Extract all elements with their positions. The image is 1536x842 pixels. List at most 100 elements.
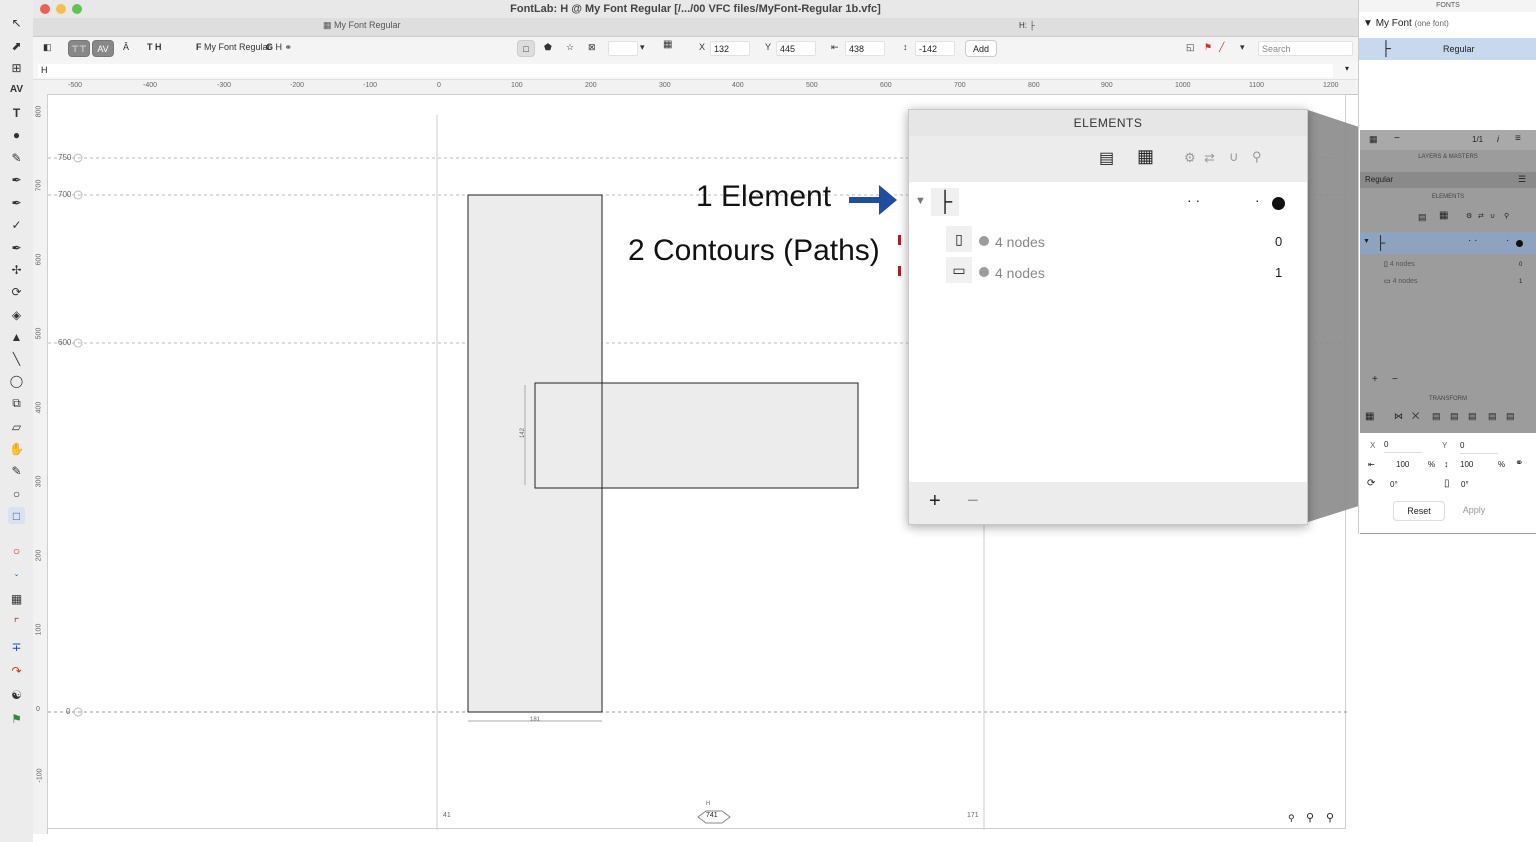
brush-icon[interactable]: ● xyxy=(8,126,25,143)
pen-icon[interactable]: ✒ xyxy=(8,171,25,188)
pencil-icon[interactable]: ✎ xyxy=(8,149,25,166)
panel-icon[interactable]: ▦ xyxy=(1369,134,1378,145)
add-element-button[interactable]: + xyxy=(929,490,941,513)
search-input[interactable]: Search xyxy=(1258,41,1353,56)
y-field[interactable]: 445 xyxy=(776,41,816,56)
reset-button[interactable]: Reset xyxy=(1393,501,1445,521)
eyedropper-icon[interactable]: ✎ xyxy=(8,462,25,479)
scissors-icon[interactable]: ✢ xyxy=(8,261,25,278)
glyph-selector[interactable]: G H ⚭ xyxy=(266,42,292,53)
dot-icon[interactable]: · xyxy=(1506,235,1509,246)
link-proportions-icon[interactable]: ⚭ xyxy=(1515,458,1523,469)
align-bottom-icon[interactable]: ▤ xyxy=(1468,411,1477,422)
font-row[interactable]: ▼ My Font (one font) xyxy=(1363,18,1449,29)
link-icon[interactable]: ⇄ xyxy=(1204,150,1215,166)
zoom-out-icon[interactable]: ⚲ xyxy=(1288,813,1295,824)
lock-icon[interactable]: ⚲ xyxy=(1504,212,1509,220)
text-tool-icon[interactable]: T xyxy=(8,104,25,121)
gear-icon[interactable]: ⚙ xyxy=(1184,150,1196,166)
remove-element-button[interactable]: − xyxy=(1392,374,1398,385)
flip-horizontal-icon[interactable]: ⋈ xyxy=(1394,411,1403,422)
grid-icon[interactable]: ▦ xyxy=(8,590,25,607)
disclosure-triangle-icon[interactable]: ▼ xyxy=(1363,238,1370,245)
slant-field[interactable]: 0° xyxy=(1461,480,1491,489)
bucket-icon[interactable]: ▲ xyxy=(8,328,25,345)
rectangle-icon[interactable]: □ xyxy=(8,507,25,524)
ruler-icon[interactable]: ╲ xyxy=(8,350,25,367)
hand-icon[interactable]: ✋ xyxy=(8,440,25,457)
transform-y-field[interactable]: 0 xyxy=(1460,441,1498,454)
slant-icon[interactable]: ▱ xyxy=(8,418,25,435)
polygon-shape-icon[interactable]: ⬟ xyxy=(544,42,552,53)
expand-icon[interactable]: ◱ xyxy=(1186,42,1195,53)
origin-grid-icon[interactable]: ▦ xyxy=(663,39,672,50)
knife-icon[interactable]: ✓ xyxy=(8,216,25,233)
tab-font[interactable]: ▦ My Font Regular xyxy=(323,20,401,31)
star-shape-icon[interactable]: ☆ xyxy=(566,42,574,53)
shape-sides-field[interactable] xyxy=(608,41,638,56)
scale-icon[interactable]: ⧉ xyxy=(8,395,25,412)
height-field[interactable]: -142 xyxy=(915,41,955,56)
disclosure-triangle-icon[interactable]: ▼ xyxy=(1363,18,1373,29)
visibility-dots-icon[interactable]: · · xyxy=(1187,192,1200,208)
sort-icon[interactable]: ⌄ xyxy=(8,565,25,582)
rsb-value[interactable]: 171 xyxy=(967,812,979,819)
flag-icon[interactable]: ⚑ xyxy=(8,710,25,727)
yin-yang-icon[interactable]: ☯ xyxy=(8,686,25,703)
element-row[interactable]: ▼ ├ · · · xyxy=(1360,232,1536,254)
accents-icon[interactable]: Â xyxy=(123,42,129,52)
sidebar-toggle-icon[interactable]: ◧ xyxy=(43,42,52,53)
ellipse-icon[interactable]: ○ xyxy=(8,485,25,502)
corner-icon[interactable]: ⌜ xyxy=(8,614,25,631)
lock-dot-icon[interactable] xyxy=(1272,197,1285,210)
font-selector[interactable]: F My Font Regular xyxy=(196,42,271,52)
rectangle-shape-button[interactable]: □ xyxy=(517,40,535,57)
align-right-icon[interactable]: ▤ xyxy=(1506,411,1515,422)
element-view-icon[interactable]: ▤ xyxy=(1099,148,1114,168)
element-row[interactable]: ▼ ├ · · · xyxy=(909,186,1307,216)
zoom-icon[interactable]: ⚲ xyxy=(1306,811,1314,824)
link-icon[interactable]: ⇄ xyxy=(1478,212,1484,220)
add-element-button[interactable]: + xyxy=(1372,374,1378,385)
color-slash-icon[interactable]: ╱ xyxy=(1219,42,1224,53)
chevron-down-icon[interactable]: ▾ xyxy=(1345,64,1349,73)
hook-icon[interactable]: ↷ xyxy=(8,662,25,679)
contour-row[interactable]: ▯ 4 nodes xyxy=(1384,260,1415,268)
align-middle-icon[interactable]: ▤ xyxy=(1450,411,1459,422)
color-wheel-icon[interactable]: ○ xyxy=(8,542,25,559)
scale-height-field[interactable]: 100 xyxy=(1460,460,1488,469)
scale-width-field[interactable]: 100 xyxy=(1396,460,1424,469)
red-flag-icon[interactable]: ⚑ xyxy=(1204,42,1212,53)
width-field[interactable]: 438 xyxy=(845,41,885,56)
x-field[interactable]: 132 xyxy=(710,41,750,56)
dot-icon[interactable]: · xyxy=(1255,192,1260,208)
advance-width-value[interactable]: 741 xyxy=(706,812,718,819)
gear-icon[interactable]: ⚙ xyxy=(1466,212,1472,220)
contour-row[interactable]: ▭ 4 nodes 1 xyxy=(909,257,1307,288)
menu-icon[interactable]: ≡ xyxy=(1515,133,1521,144)
transform-x-field[interactable]: 0 xyxy=(1384,440,1422,453)
contour-row[interactable]: ▭ 4 nodes xyxy=(1384,277,1418,285)
align-left-icon[interactable]: ▤ xyxy=(1488,411,1497,422)
add-button[interactable]: Add xyxy=(965,40,997,57)
contour-row[interactable]: ▯ 4 nodes 0 xyxy=(909,226,1307,257)
kerning-tool-icon[interactable]: AV xyxy=(8,81,25,98)
text-mode-label[interactable]: T H xyxy=(147,42,162,52)
glyph-text-input[interactable]: H xyxy=(38,64,1333,77)
kerning-mode-button[interactable]: AV xyxy=(92,40,114,57)
fill-icon[interactable]: ◈ xyxy=(8,306,25,323)
grid-view-icon[interactable]: ▦ xyxy=(1439,210,1448,221)
chevron-down-icon[interactable]: ▾ xyxy=(1240,42,1245,53)
layers-stack-icon[interactable]: ☰ xyxy=(1518,174,1526,185)
pointer-icon[interactable]: ↖ xyxy=(8,14,25,31)
align-top-icon[interactable]: ▤ xyxy=(1432,411,1441,422)
layer-row[interactable]: Regular ☰ xyxy=(1360,172,1536,188)
lock-dot-icon[interactable] xyxy=(1516,240,1523,247)
origin-grid-icon[interactable]: ▦ xyxy=(1365,411,1374,422)
cross-shape-icon[interactable]: ⊠ xyxy=(588,42,596,53)
dot-icon[interactable]: · · xyxy=(1468,235,1477,246)
rapid-pen-icon[interactable]: ✒ xyxy=(8,194,25,211)
metrics-icon[interactable]: ⊞ xyxy=(8,59,25,76)
rotate-icon[interactable]: ⟳ xyxy=(8,283,25,300)
remove-element-button[interactable]: − xyxy=(967,490,979,513)
